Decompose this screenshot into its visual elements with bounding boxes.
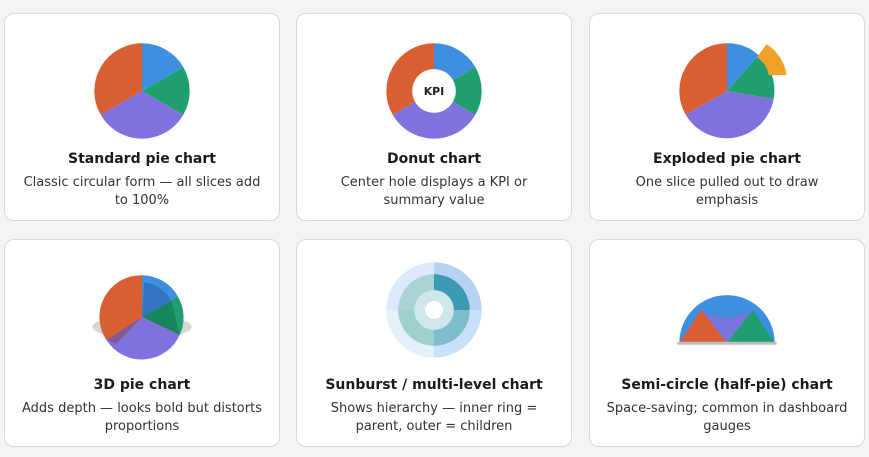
standard-pie-figure: [94, 43, 190, 139]
card-description: Classic circular form — all slices add t…: [23, 175, 261, 208]
card-3d-pie: 3D pie chart Adds depth — looks bold but…: [4, 239, 280, 447]
card-title: Semi-circle (half-pie) chart: [621, 377, 833, 393]
card-description: Shows hierarchy — inner ring = parent, o…: [330, 401, 538, 434]
center-hole: [425, 301, 443, 319]
card-exploded-pie: Exploded pie chart One slice pulled out …: [589, 13, 865, 221]
card-description: Space-saving; common in dashboard gauges: [606, 401, 848, 434]
card-title: Sunburst / multi-level chart: [325, 377, 543, 393]
donut-figure: KPI: [386, 43, 482, 139]
chart-type-grid: Standard pie chart Classic circular form…: [0, 0, 869, 457]
card-semi-circle: Semi-circle (half-pie) chart Space-savin…: [589, 239, 865, 447]
semi-circle-figure: [677, 295, 777, 345]
card-standard-pie: Standard pie chart Classic circular form…: [4, 13, 280, 221]
card-sunburst: Sunburst / multi-level chart Shows hiera…: [296, 239, 572, 447]
sunburst-figure: [386, 262, 482, 358]
half-pie-baseline: [677, 341, 777, 345]
card-title: Donut chart: [386, 151, 482, 167]
exploded-pie-figure: [679, 43, 787, 139]
card-title: Standard pie chart: [68, 151, 216, 167]
card-description: Center hole displays a KPI or summary va…: [340, 175, 528, 208]
3d-pie-figure: [92, 275, 192, 360]
card-title: 3D pie chart: [93, 377, 191, 393]
card-title: Exploded pie chart: [653, 151, 801, 167]
card-description: One slice pulled out to draw emphasis: [635, 175, 819, 208]
card-description: Adds depth — looks bold but distorts pro…: [22, 401, 262, 434]
card-donut: KPI Donut chart Center hole displays a K…: [296, 13, 572, 221]
donut-kpi-label: KPI: [424, 85, 445, 98]
